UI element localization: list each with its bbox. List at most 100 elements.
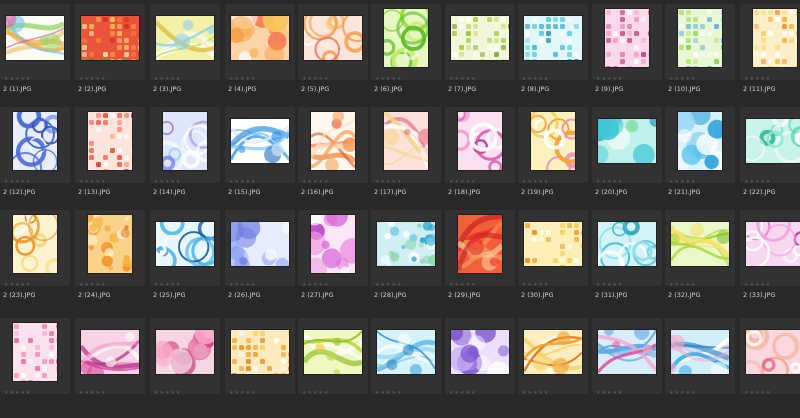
thumbnail-image[interactable] [13,112,57,170]
thumbnail-cell[interactable]: ★★★★★ 2 (19).JPG [518,107,588,207]
thumbnail-cell[interactable]: ★★★★★ 2 (1).JPG [0,4,70,104]
thumbnail-cell[interactable]: ★★★★★ [592,318,662,418]
thumbnail-image[interactable] [451,330,509,374]
star-icon[interactable]: ★★★★★ [4,179,31,185]
thumbnail-cell[interactable]: ★★★★★ 2 (27).JPG [298,210,368,310]
thumbnail-image[interactable] [81,16,139,60]
star-icon[interactable]: ★★★★★ [154,282,181,288]
thumbnail-cell[interactable]: ★★★★★ 2 (29).JPG [445,210,515,310]
thumbnail-image[interactable] [231,222,289,266]
star-icon[interactable]: ★★★★★ [375,390,402,396]
star-icon[interactable]: ★★★★★ [229,390,256,396]
thumbnail-cell[interactable]: ★★★★★ 2 (4).JPG [225,4,295,104]
thumbnail-cell[interactable]: ★★★★★ [445,318,515,418]
star-icon[interactable]: ★★★★★ [449,76,476,82]
star-icon[interactable]: ★★★★★ [4,282,31,288]
thumbnail-image[interactable] [598,330,656,374]
thumbnail-image[interactable] [231,16,289,60]
star-icon[interactable]: ★★★★★ [522,390,549,396]
thumbnail-image[interactable] [605,9,649,67]
star-icon[interactable]: ★★★★★ [4,390,31,396]
thumbnail-image[interactable] [13,323,57,381]
star-icon[interactable]: ★★★★★ [449,179,476,185]
thumbnail-cell[interactable]: ★★★★★ 2 (15).JPG [225,107,295,207]
thumbnail-image[interactable] [311,112,355,170]
thumbnail-cell[interactable]: ★★★★★ 2 (6).JPG [371,4,441,104]
thumbnail-cell[interactable]: ★★★★★ 2 (7).JPG [445,4,515,104]
thumbnail-cell[interactable]: ★★★★★ [371,318,441,418]
thumbnail-image[interactable] [598,222,656,266]
thumbnail-image[interactable] [163,112,207,170]
thumbnail-cell[interactable]: ★★★★★ 2 (9).JPG [592,4,662,104]
thumbnail-image[interactable] [377,330,435,374]
thumbnail-image[interactable] [156,222,214,266]
thumbnail-image[interactable] [231,330,289,374]
thumbnail-image[interactable] [531,112,575,170]
star-icon[interactable]: ★★★★★ [375,76,402,82]
thumbnail-cell[interactable]: ★★★★★ 2 (16).JPG [298,107,368,207]
thumbnail-image[interactable] [231,119,289,163]
star-icon[interactable]: ★★★★★ [4,76,31,82]
thumbnail-cell[interactable]: ★★★★★ [518,318,588,418]
thumbnail-cell[interactable]: ★★★★★ 2 (12).JPG [0,107,70,207]
star-icon[interactable]: ★★★★★ [596,390,623,396]
star-icon[interactable]: ★★★★★ [522,76,549,82]
thumbnail-image[interactable] [13,215,57,273]
star-icon[interactable]: ★★★★★ [229,76,256,82]
thumbnail-image[interactable] [678,112,722,170]
thumbnail-cell[interactable]: ★★★★★ 2 (14).JPG [150,107,220,207]
thumbnail-cell[interactable]: ★★★★★ 2 (22).JPG [740,107,800,207]
thumbnail-image[interactable] [598,119,656,163]
star-icon[interactable]: ★★★★★ [79,282,106,288]
thumbnail-cell[interactable]: ★★★★★ 2 (24).JPG [75,210,145,310]
star-icon[interactable]: ★★★★★ [229,179,256,185]
thumbnail-cell[interactable]: ★★★★★ 2 (17).JPG [371,107,441,207]
thumbnail-cell[interactable]: ★★★★★ 2 (3).JPG [150,4,220,104]
star-icon[interactable]: ★★★★★ [744,179,771,185]
thumbnail-cell[interactable]: ★★★★★ 2 (28).JPG [371,210,441,310]
star-icon[interactable]: ★★★★★ [449,390,476,396]
thumbnail-image[interactable] [156,16,214,60]
star-icon[interactable]: ★★★★★ [154,390,181,396]
thumbnail-image[interactable] [88,215,132,273]
thumbnail-cell[interactable]: ★★★★★ 2 (26).JPG [225,210,295,310]
thumbnail-cell[interactable]: ★★★★★ 2 (33).JPG [740,210,800,310]
star-icon[interactable]: ★★★★★ [449,282,476,288]
thumbnail-cell[interactable]: ★★★★★ [298,318,368,418]
star-icon[interactable]: ★★★★★ [154,179,181,185]
thumbnail-image[interactable] [384,9,428,67]
star-icon[interactable]: ★★★★★ [744,282,771,288]
star-icon[interactable]: ★★★★★ [669,282,696,288]
star-icon[interactable]: ★★★★★ [522,179,549,185]
thumbnail-image[interactable] [746,222,800,266]
star-icon[interactable]: ★★★★★ [302,390,329,396]
star-icon[interactable]: ★★★★★ [669,179,696,185]
thumbnail-cell[interactable]: ★★★★★ 2 (21).JPG [665,107,735,207]
star-icon[interactable]: ★★★★★ [669,76,696,82]
thumbnail-image[interactable] [671,330,729,374]
thumbnail-image[interactable] [88,112,132,170]
thumbnail-cell[interactable]: ★★★★★ 2 (18).JPG [445,107,515,207]
thumbnail-image[interactable] [753,9,797,67]
thumbnail-cell[interactable]: ★★★★★ [225,318,295,418]
thumbnail-cell[interactable]: ★★★★★ 2 (31).JPG [592,210,662,310]
star-icon[interactable]: ★★★★★ [229,282,256,288]
thumbnail-cell[interactable]: ★★★★★ 2 (11).JPG [740,4,800,104]
thumbnail-cell[interactable]: ★★★★★ 2 (25).JPG [150,210,220,310]
thumbnail-image[interactable] [524,330,582,374]
thumbnail-cell[interactable]: ★★★★★ 2 (20).JPG [592,107,662,207]
thumbnail-image[interactable] [377,222,435,266]
thumbnail-image[interactable] [458,112,502,170]
thumbnail-image[interactable] [156,330,214,374]
star-icon[interactable]: ★★★★★ [522,282,549,288]
thumbnail-cell[interactable]: ★★★★★ [150,318,220,418]
star-icon[interactable]: ★★★★★ [375,282,402,288]
thumbnail-image[interactable] [304,16,362,60]
star-icon[interactable]: ★★★★★ [302,282,329,288]
star-icon[interactable]: ★★★★★ [596,282,623,288]
star-icon[interactable]: ★★★★★ [302,76,329,82]
star-icon[interactable]: ★★★★★ [302,179,329,185]
thumbnail-cell[interactable]: ★★★★★ 2 (10).JPG [665,4,735,104]
thumbnail-image[interactable] [304,330,362,374]
thumbnail-cell[interactable]: ★★★★★ 2 (2).JPG [75,4,145,104]
